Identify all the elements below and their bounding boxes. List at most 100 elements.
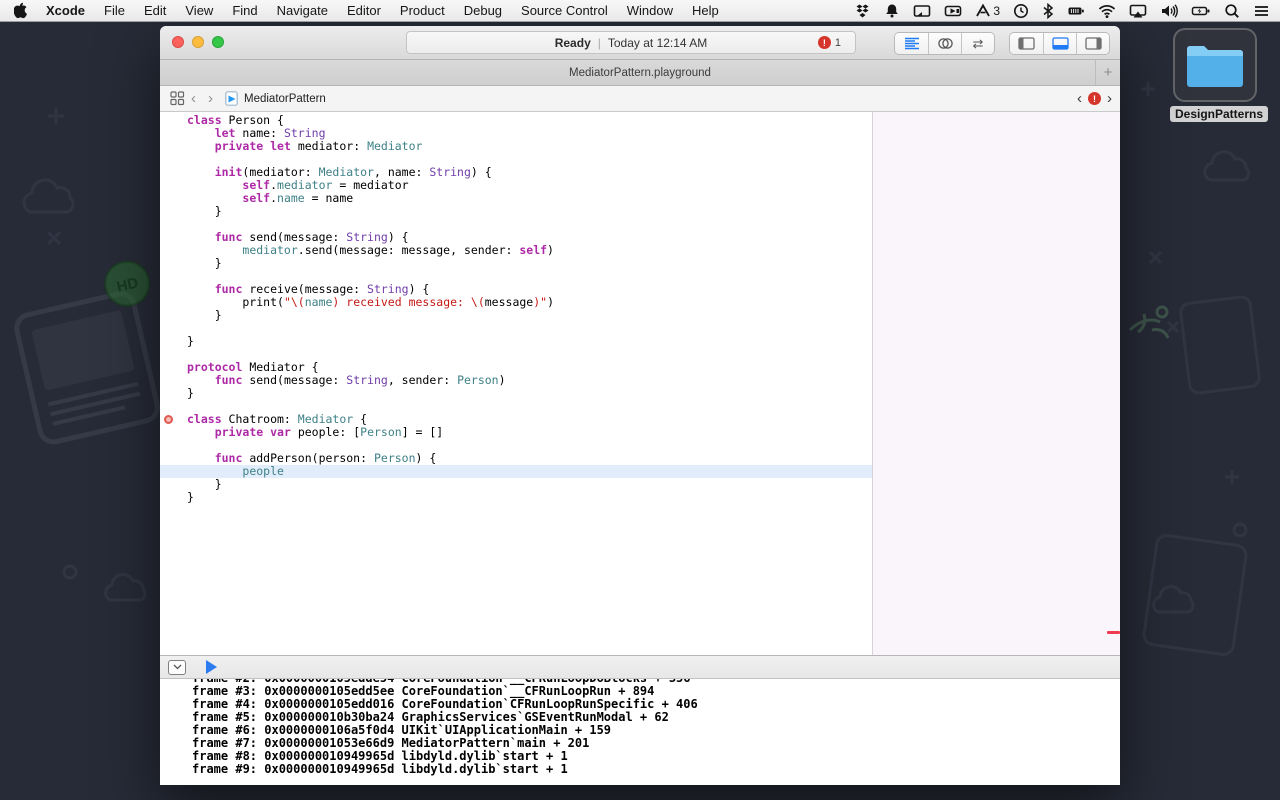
forward-button[interactable]: › [202,91,219,106]
tab-mediatorpattern-playground[interactable]: MediatorPattern.playground [569,67,711,79]
menu-item-find[interactable]: Find [232,3,257,18]
menu-item-window[interactable]: Window [627,3,673,18]
code-token: mediator [242,243,298,257]
menu-item-debug[interactable]: Debug [464,3,502,18]
code-token: (mediator: [242,165,319,179]
airplay-icon[interactable] [1129,3,1147,19]
code-line[interactable]: } [160,478,872,491]
code-token: class [187,113,222,127]
window-toolbar: Ready | Today at 12:14 AM ! 1 ⇄ [160,26,1120,60]
menu-item-help[interactable]: Help [692,3,719,18]
version-editor-button[interactable]: ⇄ [961,33,994,54]
code-token: String [346,373,388,387]
debug-area-panel-icon [1051,37,1069,50]
run-playground-button[interactable] [206,660,217,674]
console-output[interactable]: frame #2: 0x0000000105edde54 CoreFoundat… [160,679,1120,785]
menu-item-navigate[interactable]: Navigate [277,3,328,18]
volume-icon[interactable] [1160,3,1178,19]
apple-logo-icon [14,2,27,19]
menu-item-edit[interactable]: Edit [144,3,166,18]
menu-item-source-control[interactable]: Source Control [521,3,608,18]
adobe-cc-icon[interactable]: 3 [975,3,1000,19]
code-line[interactable]: } [160,309,872,322]
close-button[interactable] [172,36,184,48]
code-token: mediator [277,178,333,192]
battery-charging-icon[interactable] [1191,3,1211,19]
wifi-icon[interactable] [1098,3,1116,19]
notification-center-icon[interactable] [1253,3,1270,19]
add-tab-button[interactable]: + [1095,60,1120,85]
minimize-button[interactable] [192,36,204,48]
code-token: } [187,490,194,504]
dropbox-icon[interactable] [854,3,871,19]
next-issue-button[interactable]: › [1107,91,1112,106]
code-token: self [242,191,271,205]
code-line[interactable]: mediator.send(message: message, sender: … [160,244,872,257]
code-line[interactable]: private let mediator: Mediator [160,140,872,153]
code-token: private [214,425,264,439]
code-token: name: [235,126,284,140]
battery-meter-icon[interactable] [1067,3,1085,19]
screen-recording-icon[interactable] [944,3,962,19]
code-token: .send(message: message, sender: [297,243,520,257]
navigator-panel-icon [1018,37,1035,50]
zoom-button[interactable] [212,36,224,48]
issue-count: 1 [834,36,841,49]
related-items-grid-icon [170,91,185,106]
code-token: } [187,477,222,491]
app-menus: Xcode File Edit View Find Navigate Editor Produ… [46,3,719,18]
notifications-bell-icon[interactable] [884,3,900,19]
editor-region: class Person { let name: String private … [160,112,1120,655]
code-token: send(message: [242,373,347,387]
menu-item-xcode[interactable]: Xcode [46,3,85,18]
standard-editor-button[interactable] [895,33,928,54]
related-items-button[interactable] [170,91,185,106]
menu-item-editor[interactable]: Editor [347,3,381,18]
toggle-debug-area-button[interactable] [1043,33,1076,54]
time-machine-icon[interactable] [1013,3,1029,19]
assistant-editor-button[interactable] [928,33,961,54]
code-line[interactable]: private var people: [Person] = [] [160,426,872,439]
toggle-navigator-button[interactable] [1010,33,1043,54]
code-line[interactable]: } [160,491,872,504]
editor-mode-buttons: ⇄ [894,32,995,55]
code-line[interactable]: } [160,335,872,348]
code-line[interactable]: self.name = name [160,192,872,205]
code-line[interactable]: } [160,387,872,400]
toggle-inspector-button[interactable] [1076,33,1109,54]
code-token: let [270,139,291,153]
assistant-editor-icon [937,38,953,49]
back-button[interactable]: ‹ [185,91,202,106]
jump-bar-file-segment[interactable]: MediatorPattern [225,91,326,106]
error-ring-icon[interactable] [164,415,173,424]
code-line[interactable]: } [160,205,872,218]
folder-label: DesignPatterns [1170,106,1269,122]
code-token: } [187,256,222,270]
code-token: ) received message: \( [332,295,485,309]
bluetooth-icon[interactable] [1042,2,1054,19]
code-token: )" [533,295,548,309]
code-line[interactable]: } [160,257,872,270]
code-line[interactable]: people [160,465,872,478]
menu-item-product[interactable]: Product [400,3,445,18]
code-token: self [242,178,271,192]
display-mirroring-icon[interactable] [913,3,931,19]
spotlight-search-icon[interactable] [1224,3,1240,19]
code-token: String [346,230,388,244]
menu-item-file[interactable]: File [104,3,125,18]
code-editor[interactable]: class Person { let name: String private … [160,112,872,655]
activity-status-bar: Ready | Today at 12:14 AM ! 1 [406,31,856,54]
menu-item-view[interactable]: View [185,3,213,18]
apple-menu[interactable] [0,2,46,19]
desktop-folder-designpatterns[interactable]: DesignPatterns [1170,28,1269,123]
hide-debug-area-button[interactable] [168,659,186,675]
code-line[interactable] [160,322,872,335]
code-line[interactable]: print("\(name) received message: \(messa… [160,296,872,309]
playground-file-icon [225,91,238,106]
issue-badge-icon[interactable]: ! [1088,92,1101,105]
issue-badge[interactable]: ! 1 [817,36,841,49]
previous-issue-button[interactable]: ‹ [1077,91,1082,106]
code-line[interactable]: func send(message: String, sender: Perso… [160,374,872,387]
